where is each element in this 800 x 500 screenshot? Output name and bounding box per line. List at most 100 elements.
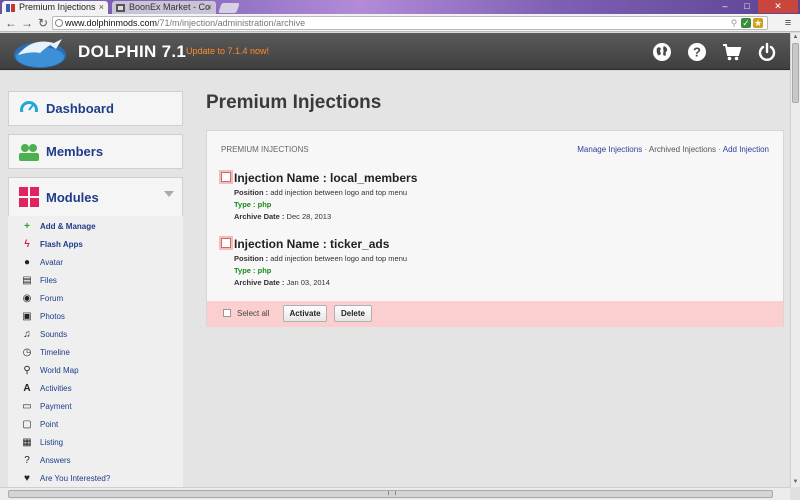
map-pin-icon: ⚲ [23, 365, 31, 376]
sidebar-item-label: Dashboard [46, 101, 114, 116]
activities-icon: A [23, 383, 31, 394]
module-item-label: Sounds [40, 330, 68, 339]
bookmark-star-icon[interactable]: ★ [753, 18, 763, 28]
browser-titlebar: Premium Injections × BoonEx Market - Co … [0, 0, 800, 14]
module-item-label: Add & Manage [40, 222, 96, 231]
module-item-answers[interactable]: ? Answers [22, 453, 71, 469]
module-item-label: Forum [40, 294, 64, 303]
address-bar[interactable]: www.dolphinmods.com/71/m/injection/admin… [52, 16, 768, 30]
browser-menu-icon[interactable]: ≡ [782, 17, 794, 29]
injection-archive-date: Archive Date : Dec 28, 2013 [234, 212, 332, 221]
link-separator: · [718, 145, 721, 154]
module-item-sounds[interactable]: ♫ Sounds [22, 327, 67, 343]
module-item-avatar[interactable]: ● Avatar [22, 255, 63, 271]
dashboard-gauge-icon [18, 101, 40, 119]
globe-icon[interactable] [652, 42, 672, 62]
browser-tab-premium-injections[interactable]: Premium Injections × [2, 1, 108, 14]
update-link[interactable]: Update to 7.1.4 now! [186, 46, 269, 56]
injection-archive-date: Archive Date : Jan 03, 2014 [234, 278, 330, 287]
page-body: Dashboard Members Modules + Add & Manage [0, 71, 790, 487]
injection-type: Type : php [234, 266, 272, 275]
scroll-down-icon[interactable]: ▼ [791, 478, 800, 487]
answers-icon: ? [24, 455, 30, 466]
module-item-forum[interactable]: ◉ Forum [22, 291, 64, 307]
tab-close-icon[interactable]: × [207, 1, 212, 14]
help-icon[interactable]: ? [687, 42, 707, 62]
module-item-label: Flash Apps [40, 240, 83, 249]
members-icon [19, 144, 39, 161]
link-separator: · [644, 145, 648, 154]
module-item-photos[interactable]: ▣ Photos [22, 309, 65, 325]
svg-text:?: ? [693, 45, 701, 60]
module-item-label: Timeline [40, 348, 70, 357]
module-item-label: Listing [40, 438, 64, 447]
activate-button[interactable]: Activate [283, 305, 327, 322]
injection-checkbox[interactable] [221, 172, 231, 182]
module-item-are-you-interested[interactable]: ♥ Are You Interested? [22, 471, 110, 487]
dolphin-logo-icon[interactable] [10, 35, 68, 68]
chevron-down-icon[interactable] [164, 191, 174, 197]
vertical-scroll-thumb[interactable] [792, 43, 799, 103]
power-icon[interactable] [757, 42, 777, 62]
injection-name: Injection Name : ticker_ads [234, 237, 390, 251]
page-favicon-icon [6, 4, 15, 12]
new-tab-button[interactable] [218, 3, 240, 13]
module-item-label: World Map [40, 366, 79, 375]
module-item-add-manage[interactable]: + Add & Manage [22, 219, 96, 235]
flash-icon: ϟ [24, 239, 30, 250]
select-all-checkbox[interactable] [223, 309, 231, 317]
reload-icon[interactable]: ↻ [36, 16, 50, 30]
module-item-activities[interactable]: A Activities [22, 381, 71, 397]
sounds-icon: ♫ [23, 329, 31, 340]
tab-label: BoonEx Market - Co [129, 2, 211, 12]
timeline-icon: ◷ [22, 347, 32, 358]
tab-close-icon[interactable]: × [99, 1, 104, 14]
vertical-scrollbar[interactable]: ▲ ▼ [790, 33, 800, 487]
page-title: Premium Injections [206, 92, 382, 113]
scroll-up-icon[interactable]: ▲ [791, 33, 800, 42]
forward-arrow-icon[interactable]: → [20, 16, 34, 30]
files-icon: ▤ [22, 275, 32, 286]
module-item-flash-apps[interactable]: ϟ Flash Apps [22, 237, 83, 253]
injection-position: Position : add injection between logo an… [234, 254, 408, 263]
module-item-label: Point [40, 420, 59, 429]
window-close-button[interactable]: ✕ [758, 0, 798, 13]
sidebar-item-label: Modules [46, 190, 99, 205]
injection-position: Position : add injection between logo an… [234, 188, 408, 197]
site-header: DOLPHIN 7.1 Update to 7.1.4 now! ? [0, 33, 790, 70]
module-item-timeline[interactable]: ◷ Timeline [22, 345, 70, 361]
module-item-label: Payment [40, 402, 72, 411]
module-item-label: Are You Interested? [40, 474, 111, 483]
scroll-grip-icon [388, 491, 396, 495]
injection-checkbox[interactable] [221, 238, 231, 248]
delete-button[interactable]: Delete [334, 305, 372, 322]
sidebar-item-members[interactable]: Members [8, 134, 183, 169]
boonex-favicon-icon [116, 4, 125, 12]
sidebar-item-dashboard[interactable]: Dashboard [8, 91, 183, 126]
maximize-button[interactable]: □ [736, 0, 758, 13]
extension-icon[interactable]: ✓ [741, 18, 751, 28]
module-item-world-map[interactable]: ⚲ World Map [22, 363, 79, 379]
cart-icon[interactable] [722, 42, 742, 62]
horizontal-scrollbar[interactable] [0, 487, 790, 500]
heart-icon: ♥ [24, 473, 30, 484]
site-brand[interactable]: DOLPHIN 7.1 [78, 42, 186, 62]
add-injection-link[interactable]: Add Injection [723, 145, 769, 154]
minimize-button[interactable]: – [714, 0, 736, 13]
sidebar-item-modules[interactable]: Modules [8, 177, 183, 217]
manage-injections-link[interactable]: Manage Injections [577, 145, 642, 154]
scrollbar-corner [790, 487, 800, 500]
zoom-icon[interactable]: ⚲ [729, 18, 739, 28]
module-item-files[interactable]: ▤ Files [22, 273, 57, 289]
module-item-point[interactable]: ▢ Point [22, 417, 58, 433]
url-host: www.dolphinmods.com [65, 18, 158, 28]
plus-icon: + [24, 221, 30, 232]
select-all-label[interactable]: Select all [237, 309, 269, 318]
module-submenu: + Add & Manage ϟ Flash Apps ● Avatar ▤ Files… [8, 216, 183, 487]
browser-tab-boonex-market[interactable]: BoonEx Market - Co × [112, 1, 216, 14]
injection-name: Injection Name : local_members [234, 171, 418, 185]
module-item-listing[interactable]: ▦ Listing [22, 435, 63, 451]
module-item-payment[interactable]: ▭ Payment [22, 399, 72, 415]
back-arrow-icon[interactable]: ← [4, 16, 18, 30]
module-item-label: Answers [40, 456, 71, 465]
